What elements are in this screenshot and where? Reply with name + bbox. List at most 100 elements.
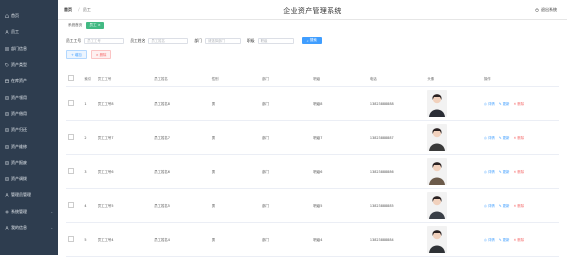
doc-icon [5,95,9,100]
operations-cell: ◎ 详情 ✎ 更新 ✕ 删除 [481,188,559,223]
rank-input[interactable]: 职级 [257,37,294,44]
row-checkbox[interactable] [68,168,74,174]
sidebar-item-1[interactable]: 员工 [0,24,58,40]
sidebar-item-label: 资产借用 [11,110,27,116]
update-label: 更新 [502,170,510,174]
row-checkbox[interactable] [68,100,74,106]
sidebar-item-5[interactable]: 资产领用 [0,89,58,105]
table-row[interactable]: 3 员工工号6 员工姓名6 男部门 职级6 13823888886 ◎ 详情 ✎ 更新 ✕ 删除 [66,154,559,189]
delete-row-label: 删除 [517,204,525,208]
detail-link[interactable]: ◎ 详情 [484,102,497,106]
user-icon [5,193,9,198]
row-select-cell [66,120,83,155]
box-icon [5,79,9,84]
sidebar-item-label: 资产类型 [11,62,27,68]
row-checkbox[interactable] [68,236,74,242]
sidebar-item-13[interactable]: 我的信息 ⌄ [0,220,58,236]
table-row[interactable]: 5 员工工号4 员工姓名4 男部门 职级4 13823888884 ◎ 详情 ✎ 更新 ✕ 删除 [66,222,559,257]
update-label: 更新 [502,102,510,106]
sidebar-item-6[interactable]: 资产借用 [0,106,58,122]
filter-label-rank: 职级 [246,37,255,43]
sex-cell: 男 [209,154,261,189]
tab-employee[interactable]: 员工 × [86,21,104,29]
rank-cell: 职级7 [311,120,368,155]
sidebar-item-4[interactable]: 在库资产 [0,73,58,89]
table-row[interactable]: 4 员工工号5 员工姓名5 男部门 职级5 13823888885 ◎ 详情 ✎ 更新 ✕ 删除 [66,188,559,223]
main-panel: 首页 / 员工 企业资产管理系统 退出系统 系统首页 员工 × 员工工号 员工工… [58,0,567,257]
department-cell: 部门 [260,188,312,223]
detail-link[interactable]: ◎ 详情 [484,136,497,140]
phone-cell: 13823888887 [367,120,426,155]
rank-cell: 职级8 [311,86,368,121]
employee-no-input[interactable]: 员工工号 [84,37,125,44]
tab-bar: 系统首页 员工 × [58,20,567,30]
column-header: 部门 [260,71,312,87]
update-label: 更新 [502,238,510,242]
sidebar-item-7[interactable]: 资产归还 [0,122,58,138]
detail-link[interactable]: ◎ 详情 [484,238,497,242]
index-cell: 3 [82,154,96,189]
delete-link[interactable]: ✕ 删除 [513,238,526,242]
doc-icon [5,144,9,149]
delete-link[interactable]: ✕ 删除 [513,170,526,174]
sidebar-item-10[interactable]: 资产调拨 [0,171,58,187]
employee-no-cell: 员工工号8 [95,86,153,121]
delete-link[interactable]: ✕ 删除 [513,102,526,106]
sidebar-item-9[interactable]: 资产报废 [0,155,58,171]
column-header: 性别 [209,71,261,87]
row-checkbox[interactable] [68,134,74,140]
employee-no-cell: 员工工号6 [95,154,153,189]
select-all-cell[interactable] [66,71,83,87]
delete-button[interactable]: × 删除 [90,50,112,59]
column-header: 职级 [311,71,368,87]
delete-link[interactable]: ✕ 删除 [513,204,526,208]
update-link[interactable]: ✎ 更新 [499,238,512,242]
phone-cell: 13823888885 [367,188,426,223]
delete-label: 删除 [99,53,107,57]
sidebar-item-label: 我的信息 [11,225,27,230]
delete-row-label: 删除 [517,102,525,106]
search-button[interactable]: ⌕ 搜索 [301,37,322,44]
app: 首页员工部门信息资产类型在库资产 资产领用资产借用资产归还资产维修资产报废资产调拨… [0,0,567,257]
table-row[interactable]: 1 员工工号8 员工姓名8 男部门 职级8 13823888888 ◎ 详情 ✎ 更新 ✕ 删除 [66,86,559,121]
sidebar-item-0[interactable]: 首页 [0,8,58,24]
update-link[interactable]: ✎ 更新 [499,102,512,106]
filter-label-dept: 部门 [194,37,202,43]
table-header: 索引 员工工号 员工姓名 性别 部门 职级 电话 头像 操作 [66,71,559,87]
update-label: 更新 [502,204,510,208]
search-label: 搜索 [309,38,317,42]
add-button[interactable]: + 增加 [66,50,87,59]
logout-button[interactable]: 退出系统 [535,7,557,13]
detail-link[interactable]: ◎ 详情 [484,170,497,174]
sidebar-item-3[interactable]: 资产类型 [0,57,58,73]
update-link[interactable]: ✎ 更新 [499,170,512,174]
detail-link[interactable]: ◎ 详情 [484,204,497,208]
detail-label: 详情 [487,238,495,242]
sidebar-item-11[interactable]: 管理员管理 [0,187,58,203]
table-row[interactable]: 2 员工工号7 员工姓名7 男部门 职级7 13823888887 ◎ 详情 ✎ 更新 ✕ 删除 [66,120,559,155]
select-all-checkbox[interactable] [68,75,74,81]
delete-row-label: 删除 [517,170,525,174]
sidebar-item-8[interactable]: 资产维修 [0,138,58,154]
avatar-cell [425,86,482,121]
sidebar-item-label: 资产维修 [11,143,27,149]
delete-link[interactable]: ✕ 删除 [513,136,526,140]
tab-home[interactable]: 系统首页 [66,22,84,29]
sidebar-item-2[interactable]: 部门信息 [0,41,58,57]
page-title: 企业资产管理系统 [283,7,342,15]
sidebar-item-12[interactable]: 系统管理 ⌄ [0,204,58,220]
column-header: 员工姓名 [152,71,210,87]
detail-label: 详情 [487,204,495,208]
index-cell: 5 [82,222,96,257]
department-select[interactable]: 请选择部门 [204,37,241,44]
update-link[interactable]: ✎ 更新 [499,204,512,208]
row-checkbox[interactable] [68,202,74,208]
sidebar-item-label: 员工 [11,29,19,35]
index-cell: 4 [82,188,96,223]
avatar-cell [425,188,482,223]
update-link[interactable]: ✎ 更新 [499,136,512,140]
chevron-down-icon: ⌄ [50,226,53,230]
employee-name-input[interactable]: 员工姓名 [148,37,189,44]
sidebar-item-label: 资产调拨 [11,176,27,182]
employee-name-cell: 员工姓名7 [152,120,210,155]
